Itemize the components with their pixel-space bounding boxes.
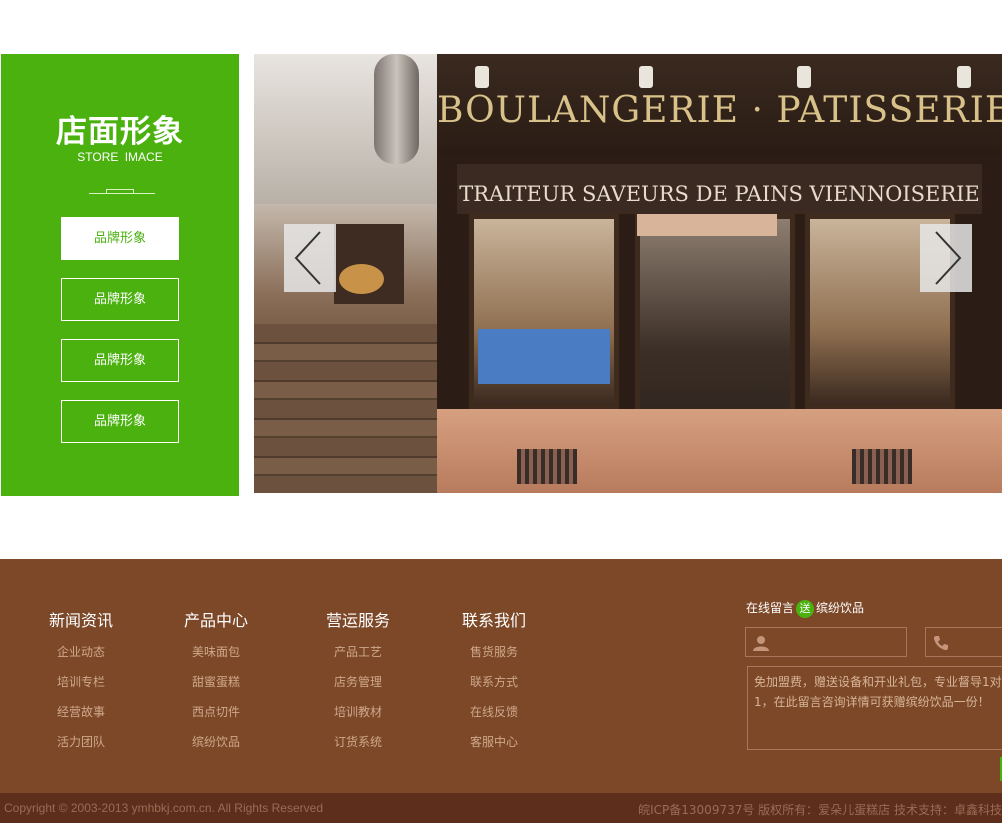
shop-window-left <box>469 214 619 409</box>
footer-link[interactable]: 在线反馈 <box>461 701 527 731</box>
footer-link[interactable]: 客服中心 <box>461 731 527 761</box>
storefront-sign: BOULANGERIE · PATISSERIE <box>437 90 1002 131</box>
footer-link[interactable]: 活力团队 <box>48 731 114 761</box>
chevron-left-icon <box>294 231 321 285</box>
column-title: 新闻资讯 <box>48 611 113 630</box>
lamp <box>957 66 971 88</box>
footer-link[interactable]: 西点切件 <box>183 701 249 731</box>
slider-prev-button[interactable] <box>284 224 336 292</box>
panel-subtitle: STORE IMACE <box>77 150 163 164</box>
image-slider: BOULANGERIE · PATISSERIE TRAITEUR SAVEUR… <box>254 54 1002 493</box>
copyright-bar: Copyright © 2003-2013 ymhbkj.com.cn. All… <box>0 793 1002 823</box>
footer-column-news: 新闻资讯 企业动态 培训专栏 经营故事 活力团队 <box>48 607 114 761</box>
lamp <box>639 66 653 88</box>
footer-link[interactable]: 甜蜜蛋糕 <box>183 671 249 701</box>
footer-column-operations: 营运服务 产品工艺 店务管理 培训教材 订货系统 <box>325 607 391 761</box>
footer-link[interactable]: 美味面包 <box>183 641 249 671</box>
footer-link[interactable]: 售货服务 <box>461 641 527 671</box>
awning-sign: TRAITEUR SAVEURS DE PAINS VIENNOISERIE <box>459 182 980 206</box>
vent-grill <box>852 449 912 484</box>
footer-link[interactable]: 联系方式 <box>461 671 527 701</box>
lamp <box>797 66 811 88</box>
footer-link[interactable]: 经营故事 <box>48 701 114 731</box>
slider-next-button[interactable] <box>920 224 972 292</box>
vent-grill <box>517 449 577 484</box>
bakery-storefront-photo: BOULANGERIE · PATISSERIE TRAITEUR SAVEUR… <box>437 54 1002 493</box>
footer-link[interactable]: 培训教材 <box>325 701 391 731</box>
copyright-text: Copyright © 2003-2013 ymhbkj.com.cn. All… <box>4 801 323 815</box>
user-icon <box>753 636 769 651</box>
wooden-counter <box>254 324 437 493</box>
bakery-interior-photo <box>254 54 437 493</box>
message-heading-gift: 缤纷饮品 <box>816 601 865 615</box>
footer-link[interactable]: 培训专栏 <box>48 671 114 701</box>
store-image-panel: 店面形象 STORE IMACE 品牌形象 品牌形象 品牌形象 品牌形象 <box>1 54 239 496</box>
icp-info: 皖ICP备13009737号 版权所有：爱朵儿蛋糕店 技术支持：卓鑫科技 <box>638 803 1002 817</box>
phone-input[interactable] <box>925 627 1002 657</box>
message-heading: 在线留言送缤纷饮品 <box>746 599 864 618</box>
display-case <box>478 329 610 384</box>
panel-title: 店面形象 <box>56 114 184 150</box>
footer-link[interactable]: 企业动态 <box>48 641 114 671</box>
storefront-base <box>437 409 1002 493</box>
message-heading-text: 在线留言 <box>746 601 795 615</box>
footer-link[interactable]: 产品工艺 <box>325 641 391 671</box>
column-title: 产品中心 <box>183 611 248 630</box>
brand-image-button-1[interactable]: 品牌形象 <box>61 217 179 260</box>
footer-link[interactable]: 订货系统 <box>325 731 391 761</box>
footer-link[interactable]: 店务管理 <box>325 671 391 701</box>
footer-column-contact: 联系我们 售货服务 联系方式 在线反馈 客服中心 <box>461 607 527 761</box>
phone-icon <box>933 636 948 651</box>
gift-badge: 送 <box>796 600 815 618</box>
column-title: 营运服务 <box>325 611 390 630</box>
divider-mark <box>106 189 134 194</box>
brand-image-button-2[interactable]: 品牌形象 <box>61 278 179 321</box>
brand-image-button-4[interactable]: 品牌形象 <box>61 400 179 443</box>
message-textarea[interactable]: 免加盟费，赠送设备和开业礼包，专业督导1对1，在此留言咨询详情可获赠缤纷饮品一份… <box>747 666 1002 750</box>
brand-image-button-3[interactable]: 品牌形象 <box>61 339 179 382</box>
bread-basket <box>339 264 384 294</box>
footer-link[interactable]: 缤纷饮品 <box>183 731 249 761</box>
door-sign <box>637 214 777 236</box>
lamp <box>475 66 489 88</box>
footer-column-products: 产品中心 美味面包 甜蜜蛋糕 西点切件 缤纷饮品 <box>183 607 249 761</box>
column-title: 联系我们 <box>461 611 526 630</box>
air-duct <box>374 54 419 164</box>
name-input[interactable] <box>745 627 907 657</box>
chevron-right-icon <box>935 231 962 285</box>
footer: 新闻资讯 企业动态 培训专栏 经营故事 活力团队 产品中心 美味面包 甜蜜蛋糕 … <box>0 559 1002 793</box>
